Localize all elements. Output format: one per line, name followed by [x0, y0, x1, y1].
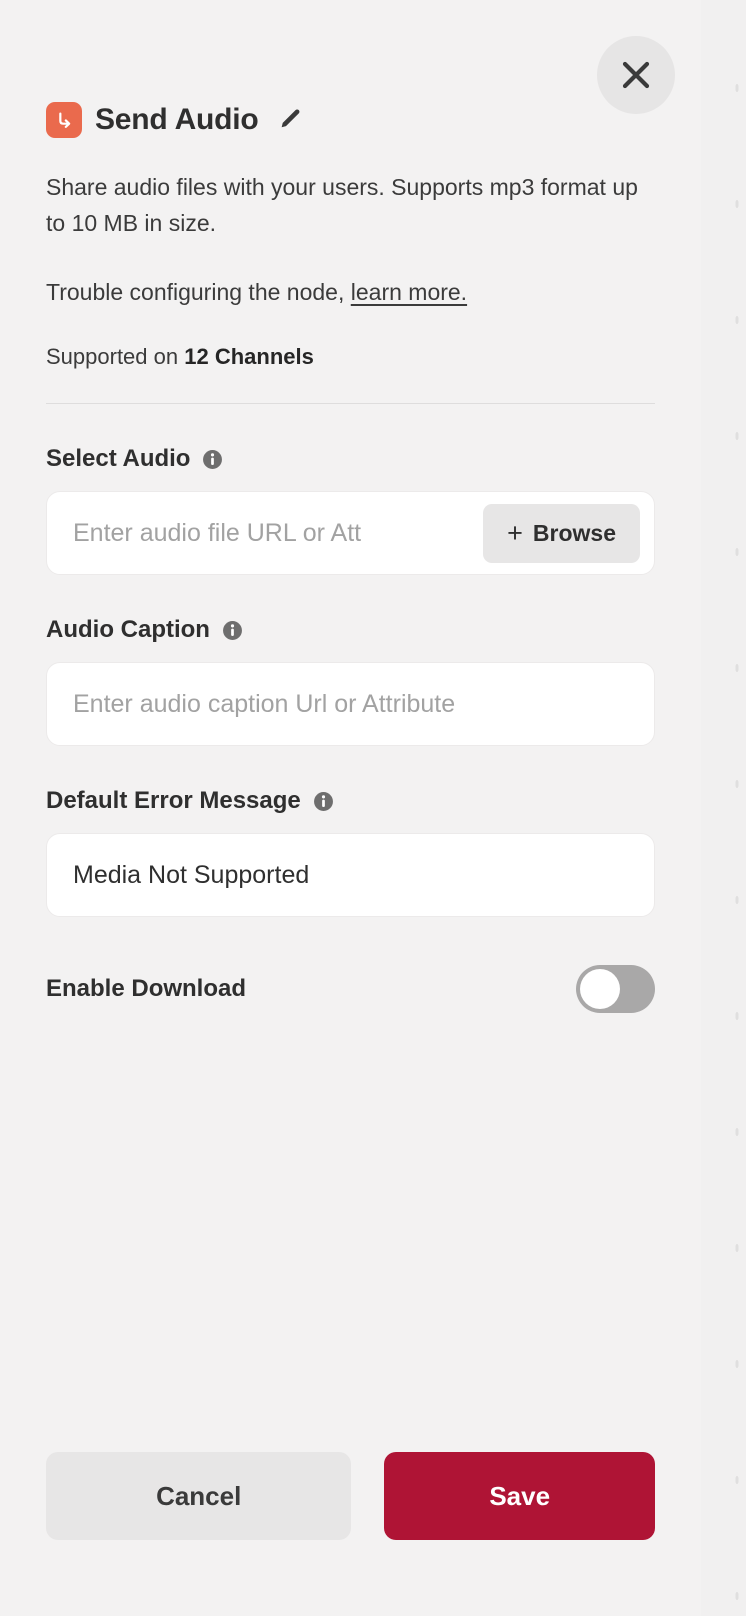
pencil-icon[interactable] [277, 107, 303, 133]
enable-download-toggle[interactable] [576, 965, 655, 1013]
plus-icon: + [507, 517, 523, 548]
panel-footer: Cancel Save [0, 1452, 701, 1616]
panel-content: Send Audio Share audio files with your u… [0, 0, 701, 1452]
cancel-button[interactable]: Cancel [46, 1452, 352, 1540]
default-error-message-label: Default Error Message [46, 787, 301, 814]
info-icon[interactable] [313, 791, 334, 812]
node-description: Share audio files with your users. Suppo… [46, 174, 638, 236]
header-divider [46, 403, 655, 404]
page-title: Send Audio [95, 103, 259, 136]
save-button[interactable]: Save [384, 1452, 655, 1540]
browse-button[interactable]: + Browse [483, 503, 640, 563]
enable-download-label: Enable Download [46, 975, 247, 1002]
select-audio-label: Select Audio [46, 445, 191, 472]
close-icon [619, 58, 653, 92]
supported-channels-text: Supported on 12 Channels [46, 344, 655, 370]
audio-caption-field: Audio Caption Enter audio caption Url or… [46, 616, 655, 746]
learn-more-link[interactable]: learn more. [351, 279, 467, 305]
audio-caption-input-wrapper[interactable]: Enter audio caption Url or Attribute [46, 662, 655, 746]
corner-down-right-arrow-icon [46, 102, 82, 138]
trouble-prefix: Trouble configuring the node, [46, 279, 351, 305]
select-audio-input[interactable]: Enter audio file URL or Att [73, 519, 483, 548]
info-icon[interactable] [222, 620, 243, 641]
select-audio-field: Select Audio Enter audio file URL or Att… [46, 445, 655, 575]
default-error-message-input[interactable]: Media Not Supported [73, 861, 640, 890]
canvas-dot-grid [700, 0, 746, 1616]
close-button[interactable] [597, 36, 675, 114]
info-icon[interactable] [202, 449, 223, 470]
trouble-text: Trouble configuring the node, learn more… [46, 279, 655, 306]
supported-channel-count: 12 Channels [184, 344, 314, 369]
toggle-knob [580, 969, 620, 1009]
panel-header: Send Audio [46, 100, 655, 140]
send-audio-config-panel: Send Audio Share audio files with your u… [0, 0, 701, 1616]
audio-caption-label: Audio Caption [46, 616, 210, 643]
browse-button-label: Browse [532, 519, 616, 546]
select-audio-label-row: Select Audio [46, 445, 655, 473]
enable-download-row: Enable Download [46, 963, 655, 1015]
default-error-message-field: Default Error Message Media Not Supporte… [46, 787, 655, 917]
audio-caption-label-row: Audio Caption [46, 616, 655, 644]
default-error-message-input-wrapper[interactable]: Media Not Supported [46, 833, 655, 917]
select-audio-input-wrapper[interactable]: Enter audio file URL or Att + Browse [46, 491, 655, 575]
supported-prefix: Supported on [46, 344, 185, 369]
audio-caption-input[interactable]: Enter audio caption Url or Attribute [73, 690, 640, 719]
default-error-message-label-row: Default Error Message [46, 787, 655, 815]
